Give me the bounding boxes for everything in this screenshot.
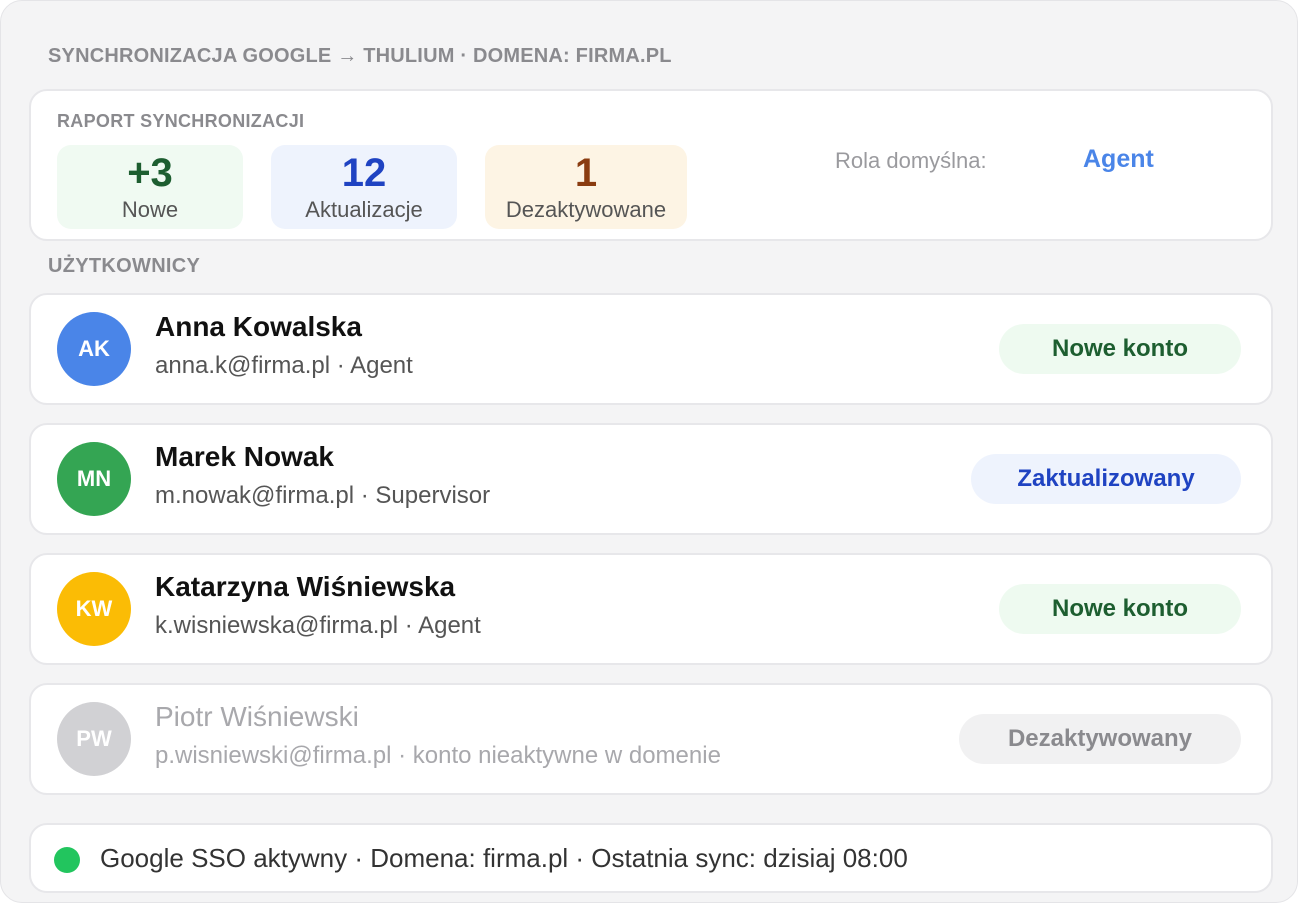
stat-deactivated: 1 Dezaktywowane xyxy=(485,145,687,229)
avatar: MN xyxy=(57,442,131,516)
stat-deactivated-label: Dezaktywowane xyxy=(505,197,667,222)
status-badge: Dezaktywowany xyxy=(959,714,1241,764)
user-email-role: m.nowak@firma.pl · Supervisor xyxy=(155,482,491,509)
stat-new-label: Nowe xyxy=(121,197,179,222)
user-name: Anna Kowalska xyxy=(155,311,362,342)
avatar: PW xyxy=(57,702,131,776)
user-email-role: anna.k@firma.pl · Agent xyxy=(155,352,413,379)
stat-updates-value: 12 xyxy=(341,151,387,195)
status-dot-icon xyxy=(54,847,80,873)
stat-updates: 12 Aktualizacje xyxy=(271,145,457,229)
report-section-label: RAPORT SYNCHRONIZACJI xyxy=(57,111,305,131)
default-role-value[interactable]: Agent xyxy=(1083,145,1154,174)
avatar: AK xyxy=(57,312,131,386)
sync-panel: SYNCHRONIZACJA GOOGLE → THULIUM · DOMENA… xyxy=(0,0,1298,903)
stat-new-accounts: +3 Nowe xyxy=(57,145,243,229)
user-row[interactable]: MN Marek Nowak m.nowak@firma.pl · Superv… xyxy=(29,423,1273,535)
user-row[interactable]: KW Katarzyna Wiśniewska k.wisniewska@fir… xyxy=(29,553,1273,665)
user-email-role: k.wisniewska@firma.pl · Agent xyxy=(155,612,481,639)
status-badge: Zaktualizowany xyxy=(971,454,1241,504)
stat-deactivated-value: 1 xyxy=(574,151,598,195)
stat-new-value: +3 xyxy=(127,151,173,195)
user-name: Piotr Wiśniewski xyxy=(155,701,359,732)
sso-status-text: Google SSO aktywny · Domena: firma.pl · … xyxy=(100,843,908,873)
page-title: SYNCHRONIZACJA GOOGLE → THULIUM · DOMENA… xyxy=(48,45,672,67)
user-row[interactable]: AK Anna Kowalska anna.k@firma.pl · Agent… xyxy=(29,293,1273,405)
avatar: KW xyxy=(57,572,131,646)
user-name: Marek Nowak xyxy=(155,441,334,472)
status-badge: Nowe konto xyxy=(999,584,1241,634)
user-row-inactive[interactable]: PW Piotr Wiśniewski p.wisniewski@firma.p… xyxy=(29,683,1273,795)
sync-report-card: RAPORT SYNCHRONIZACJI +3 Nowe 12 Aktuali… xyxy=(29,89,1273,241)
stat-updates-label: Aktualizacje xyxy=(305,197,423,222)
user-email-role: p.wisniewski@firma.pl · konto nieaktywne… xyxy=(155,742,721,769)
user-name: Katarzyna Wiśniewska xyxy=(155,571,456,602)
status-badge: Nowe konto xyxy=(999,324,1241,374)
users-section-label: UŻYTKOWNICY xyxy=(48,255,201,277)
sso-status-bar: Google SSO aktywny · Domena: firma.pl · … xyxy=(29,823,1273,893)
default-role-label: Rola domyślna: xyxy=(835,148,987,173)
